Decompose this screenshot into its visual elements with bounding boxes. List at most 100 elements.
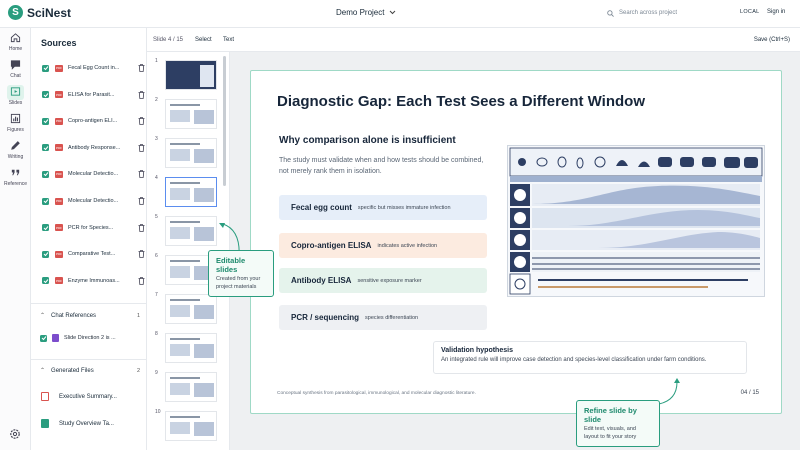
sources-title: Sources (41, 38, 77, 48)
trash-icon[interactable] (138, 143, 145, 152)
source-item[interactable]: PDF Antibody Response... (42, 142, 145, 154)
settings-gear-icon[interactable] (9, 428, 21, 440)
rail-label: Writing (7, 154, 24, 160)
slide-description[interactable]: The study must validate when and how tes… (279, 155, 489, 177)
slide-thumbnail[interactable] (165, 216, 217, 246)
generated-files-header[interactable]: ⌃ Generated Files 2 (40, 367, 140, 375)
left-rail: Home Chat Slides Figures Writing Referen… (0, 28, 31, 450)
checkbox[interactable] (42, 91, 49, 99)
refine-slide-callout: Refine slide by slide Edit text, visuals… (576, 400, 660, 447)
trash-icon[interactable] (138, 197, 145, 205)
slide-subhead[interactable]: Why comparison alone is insufficient (279, 135, 456, 146)
rail-item-home[interactable]: Home (0, 31, 31, 52)
chat-references-header[interactable]: ⌃ Chat References 1 (40, 312, 140, 320)
thumbnail-number: 1 (155, 58, 158, 64)
source-label: Antibody Response... (68, 144, 121, 151)
checkbox[interactable] (42, 277, 49, 285)
test-pill-pcr[interactable]: PCR / sequencing species differentiation (279, 305, 487, 330)
reference-icon (11, 169, 20, 176)
thumbnail-scrollbar[interactable] (223, 56, 226, 186)
source-label: ELISA for Parasit... (68, 91, 115, 98)
rail-item-figures[interactable]: Figures (0, 112, 31, 133)
source-item[interactable]: PDF PCR for Species... (42, 222, 145, 234)
slide-thumbnail[interactable] (165, 411, 217, 441)
rail-item-reference[interactable]: Reference (0, 166, 31, 187)
search-box[interactable]: Search across project (603, 6, 733, 20)
checkbox[interactable] (42, 197, 49, 205)
source-label: Copro-antigen ELI... (68, 118, 118, 125)
rail-label: Figures (7, 127, 24, 133)
source-item[interactable]: PDF Enzyme Immunoas... (42, 275, 145, 287)
slide[interactable]: Diagnostic Gap: Each Test Sees a Differe… (250, 70, 782, 414)
rail-label: Reference (3, 181, 28, 187)
source-item[interactable]: PDF Molecular Detectio... (42, 195, 145, 207)
slide-thumbnail[interactable] (165, 138, 217, 168)
test-pill-fecal[interactable]: Fecal egg count specific but misses imma… (279, 195, 487, 220)
text-tool-button[interactable]: Text (223, 37, 234, 43)
slide-thumbnail[interactable] (165, 99, 217, 129)
test-pill-antibody[interactable]: Antibody ELISA sensitive exposure marker (279, 268, 487, 293)
app-name: SciNest (27, 5, 72, 20)
test-note: indicates active infection (377, 242, 438, 249)
slide-canvas: Diagnostic Gap: Each Test Sees a Differe… (230, 52, 800, 450)
trash-icon[interactable] (138, 64, 145, 72)
slide-thumbnail[interactable] (165, 177, 217, 207)
checkbox[interactable] (40, 334, 47, 342)
slide-page-number: 04 / 15 (740, 390, 759, 396)
checkbox[interactable] (42, 224, 49, 232)
callout-text: Edit text, visuals, and layout to fit yo… (584, 426, 637, 440)
pdf-file-icon: PDF (55, 277, 63, 285)
checkbox[interactable] (42, 117, 49, 125)
source-item[interactable]: PDF Fecal Egg Count in... (42, 62, 145, 74)
trash-icon[interactable] (138, 117, 145, 126)
source-label: PCR for Species... (68, 224, 114, 231)
checkbox[interactable] (42, 170, 49, 178)
project-switcher[interactable]: Demo Project (336, 8, 396, 17)
source-item[interactable]: PDF Copro-antigen ELI... (42, 115, 145, 127)
slide-thumbnail[interactable] (165, 60, 217, 90)
sign-in-link[interactable]: Sign in (767, 9, 785, 15)
source-item[interactable]: PDF ELISA for Parasit... (42, 89, 145, 101)
checkbox[interactable] (42, 64, 49, 72)
slide-footnote[interactable]: Conceptual synthesis from parasitologica… (277, 391, 476, 396)
rail-label: Chat (10, 73, 21, 79)
select-tool-button[interactable]: Select (195, 37, 212, 43)
editable-slides-callout: Editable slides Created from your projec… (208, 250, 274, 297)
slide-thumbnail[interactable] (165, 372, 217, 402)
test-note: specific but misses immature infection (357, 204, 451, 211)
checkbox[interactable] (42, 250, 49, 258)
trash-icon[interactable] (138, 170, 145, 179)
callout-title: Editable slides (216, 256, 246, 274)
slide-title[interactable]: Diagnostic Gap: Each Test Sees a Differe… (277, 93, 645, 110)
search-placeholder: Search across project (619, 10, 678, 16)
source-label: Comparative Test... (68, 251, 116, 258)
trash-icon[interactable] (138, 90, 145, 99)
test-pill-copro[interactable]: Copro-antigen ELISA indicates active inf… (279, 233, 487, 258)
checkbox[interactable] (42, 144, 49, 152)
callout-text: Created from your project materials (216, 276, 261, 290)
rail-item-chat[interactable]: Chat (0, 58, 31, 79)
trash-icon[interactable] (138, 276, 145, 285)
trash-icon[interactable] (138, 250, 145, 259)
rail-item-slides[interactable]: Slides (0, 85, 31, 106)
rail-item-writing[interactable]: Writing (0, 139, 31, 160)
test-name: PCR / sequencing (291, 313, 360, 322)
hypothesis-text: An integrated rule will improve case det… (441, 357, 707, 363)
slide-thumbnail[interactable] (165, 294, 217, 324)
generated-file-item[interactable]: Executive Summary... (41, 392, 117, 401)
slide-thumbnail[interactable] (165, 333, 217, 363)
thumbnail-number: 9 (155, 370, 158, 376)
chat-reference-item[interactable]: Slide Direction 2 is ... (40, 334, 116, 342)
validation-hypothesis-box[interactable]: Validation hypothesis An integrated rule… (433, 341, 747, 374)
app-logo[interactable]: S SciNest (8, 5, 71, 20)
diagnostic-window-figure[interactable] (507, 145, 765, 297)
generated-file-label: Executive Summary... (59, 393, 117, 400)
top-bar: S SciNest Demo Project Search across pro… (0, 0, 800, 28)
source-item[interactable]: PDF Molecular Detectio... (42, 168, 145, 180)
generated-file-item[interactable]: Study Overview Ta... (41, 419, 114, 428)
trash-icon[interactable] (138, 223, 145, 232)
save-button[interactable]: Save (Ctrl+S) (754, 37, 790, 43)
test-name: Fecal egg count (291, 203, 352, 212)
source-item[interactable]: PDF Comparative Test... (42, 248, 145, 260)
chevron-up-icon: ⌃ (40, 368, 46, 374)
